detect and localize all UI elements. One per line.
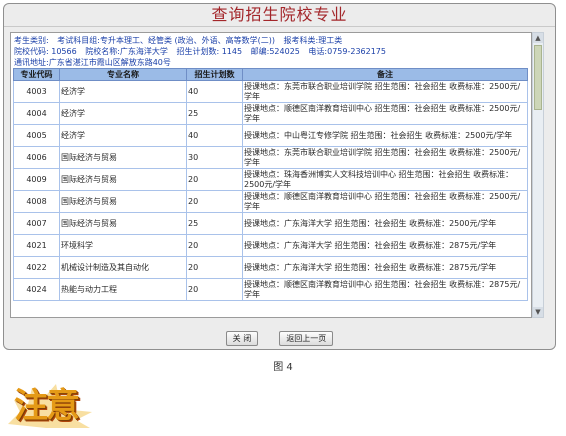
major-name: 国际经济与贸易 <box>59 212 187 235</box>
table-row: 4021 环境科学 20 授课地点：广东海洋大学 招生范围：社会招生 收费标准：287… <box>13 234 528 257</box>
subject-category: 报考科类:理工类 <box>283 36 343 45</box>
enrollment-plan: 招生计划数: 1145 <box>176 47 243 56</box>
major-name: 国际经济与贸易 <box>59 168 187 191</box>
major-note: 授课地点：广东海洋大学 招生范围：社会招生 收费标准：2875元/学年 <box>242 234 528 257</box>
results-panel: 考生类别: 考试科目组:专升本理工、经管类 (政治、外语、高等数学(二)) 报考… <box>10 32 532 318</box>
major-code: 4021 <box>13 234 60 257</box>
majors-table: 专业代码 专业名称 招生计划数 备注 4003 经济学 40 授课地点：东莞市联合职业… <box>13 68 528 301</box>
phone: 电话:0759-2362175 <box>308 47 386 56</box>
major-code: 4024 <box>13 278 60 301</box>
major-code: 4003 <box>13 80 60 103</box>
major-name: 经济学 <box>59 102 187 125</box>
school-code: 院校代码: 10566 <box>14 47 77 56</box>
major-note: 授课地点：顺德区南洋教育培训中心 招生范围：社会招生 收费标准：2500元/学年 <box>242 102 528 125</box>
table-row: 4009 国际经济与贸易 20 授课地点：珠海香洲博实人文科技培训中心 招生范围：社会… <box>13 168 528 191</box>
scroll-thumb[interactable] <box>534 45 542 110</box>
query-window: 查询招生院校专业 考生类别: 考试科目组:专升本理工、经管类 (政治、外语、高等… <box>3 3 556 350</box>
scroll-down-arrow-icon[interactable]: ▼ <box>533 307 543 317</box>
table-row: 4008 国际经济与贸易 20 授课地点：顺德区南洋教育培训中心 招生范围：社会招生 … <box>13 190 528 213</box>
header-name: 专业名称 <box>59 68 187 81</box>
major-note: 授课地点：中山粤江专修学院 招生范围：社会招生 收费标准：2500元/学年 <box>242 124 528 147</box>
table-row: 4004 经济学 25 授课地点：顺德区南洋教育培训中心 招生范围：社会招生 收费标准… <box>13 102 528 125</box>
attention-stamp: 注意 <box>6 378 96 430</box>
major-code: 4005 <box>13 124 60 147</box>
major-name: 国际经济与贸易 <box>59 190 187 213</box>
major-plan: 25 <box>186 102 243 125</box>
major-code: 4006 <box>13 146 60 169</box>
window-title: 查询招生院校专业 <box>4 4 555 27</box>
major-name: 经济学 <box>59 80 187 103</box>
major-plan: 20 <box>186 190 243 213</box>
major-plan: 20 <box>186 234 243 257</box>
postal-code: 邮编:524025 <box>250 47 300 56</box>
back-button[interactable]: 返回上一页 <box>279 331 334 346</box>
table-row: 4022 机械设计制造及其自动化 20 授课地点：广东海洋大学 招生范围：社会招生 收… <box>13 256 528 279</box>
address: 通讯地址:广东省湛江市霞山区解放东路40号 <box>14 58 171 67</box>
table-row: 4007 国际经济与贸易 25 授课地点：广东海洋大学 招生范围：社会招生 收费标准：… <box>13 212 528 235</box>
figure-caption: 图 4 <box>273 362 293 373</box>
school-name: 院校名称:广东海洋大学 <box>85 47 168 56</box>
major-note: 授课地点：东莞市联合职业培训学院 招生范围：社会招生 收费标准：2500元/学年 <box>242 146 528 169</box>
exam-subjects: 考试科目组:专升本理工、经管类 (政治、外语、高等数学(二)) <box>57 36 275 45</box>
major-plan: 30 <box>186 146 243 169</box>
major-plan: 40 <box>186 124 243 147</box>
table-row: 4024 热能与动力工程 20 授课地点：顺德区南洋教育培训中心 招生范围：社会招生 … <box>13 278 528 301</box>
candidate-type: 考生类别: <box>14 36 49 45</box>
major-note: 授课地点：顺德区南洋教育培训中心 招生范围：社会招生 收费标准：2500元/学年 <box>242 190 528 213</box>
major-plan: 20 <box>186 168 243 191</box>
major-code: 4022 <box>13 256 60 279</box>
major-plan: 20 <box>186 278 243 301</box>
major-name: 经济学 <box>59 124 187 147</box>
scroll-up-arrow-icon[interactable]: ▲ <box>533 33 543 43</box>
major-note: 授课地点：广东海洋大学 招生范围：社会招生 收费标准：2875元/学年 <box>242 256 528 279</box>
table-header: 专业代码 专业名称 招生计划数 备注 <box>13 68 528 81</box>
major-name: 机械设计制造及其自动化 <box>59 256 187 279</box>
table-row: 4005 经济学 40 授课地点：中山粤江专修学院 招生范围：社会招生 收费标准：25… <box>13 124 528 147</box>
major-name: 国际经济与贸易 <box>59 146 187 169</box>
close-button[interactable]: 关 闭 <box>225 331 259 346</box>
vertical-scrollbar[interactable]: ▲ ▼ <box>532 32 544 318</box>
table-row: 4003 经济学 40 授课地点：东莞市联合职业培训学院 招生范围：社会招生 收费标准… <box>13 80 528 103</box>
major-plan: 25 <box>186 212 243 235</box>
major-name: 热能与动力工程 <box>59 278 187 301</box>
major-code: 4008 <box>13 190 60 213</box>
table-row: 4006 国际经济与贸易 30 授课地点：东莞市联合职业培训学院 招生范围：社会招生 … <box>13 146 528 169</box>
stamp-text: 注意 <box>14 386 80 426</box>
school-info: 考生类别: 考试科目组:专升本理工、经管类 (政治、外语、高等数学(二)) 报考… <box>11 33 531 68</box>
major-code: 4007 <box>13 212 60 235</box>
major-note: 授课地点：广东海洋大学 招生范围：社会招生 收费标准：2500元/学年 <box>242 212 528 235</box>
major-plan: 20 <box>186 256 243 279</box>
header-note: 备注 <box>242 68 528 81</box>
major-note: 授课地点：珠海香洲博实人文科技培训中心 招生范围：社会招生 收费标准：2500元… <box>242 168 528 191</box>
major-name: 环境科学 <box>59 234 187 257</box>
header-code: 专业代码 <box>13 68 60 81</box>
major-plan: 40 <box>186 80 243 103</box>
button-bar: 关 闭 返回上一页 <box>4 326 555 346</box>
major-note: 授课地点：顺德区南洋教育培训中心 招生范围：社会招生 收费标准：2875元/学年 <box>242 278 528 301</box>
major-code: 4009 <box>13 168 60 191</box>
major-note: 授课地点：东莞市联合职业培训学院 招生范围：社会招生 收费标准：2500元/学年 <box>242 80 528 103</box>
major-code: 4004 <box>13 102 60 125</box>
header-plan: 招生计划数 <box>186 68 243 81</box>
